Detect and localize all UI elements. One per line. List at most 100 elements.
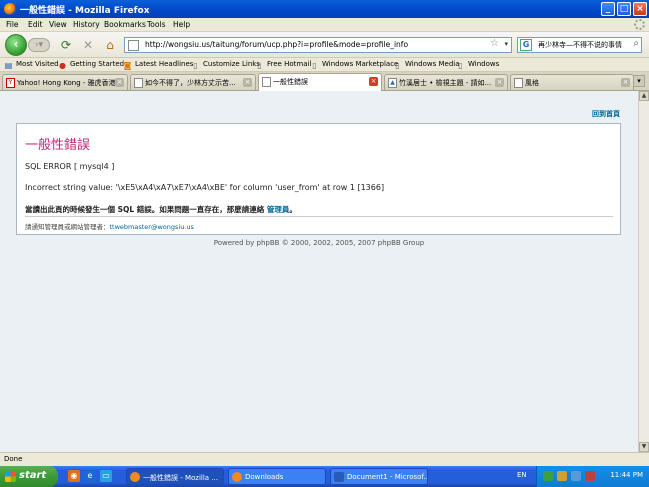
taskbar-downloads-window[interactable]: Downloads (228, 468, 326, 485)
bookmark-windows[interactable]: ▯ Windows (456, 60, 499, 71)
powered-by-footer: Powered by phpBB © 2000, 2002, 2005, 200… (213, 239, 425, 247)
tab-close-icon[interactable]: × (621, 78, 630, 87)
window-title-bar: 一般性錯誤 - Mozilla Firefox _ □ × (0, 0, 649, 18)
system-tray: EN 11:44 PM (517, 466, 649, 487)
page-content: 回到首頁 一般性錯誤 SQL ERROR [ mysql4 ] Incorrec… (0, 91, 638, 452)
menu-bookmarks[interactable]: Bookmarks (104, 20, 146, 29)
clock[interactable]: 11:44 PM (610, 471, 643, 479)
bookmark-latest-headlines[interactable]: ◙ Latest Headlines (123, 60, 194, 71)
tray-network-icon[interactable] (571, 471, 581, 481)
folder-icon: ▤ (4, 61, 13, 70)
tray-volume-icon[interactable] (557, 471, 567, 481)
tab-yahoo[interactable]: Y Yahoo! Hong Kong - 雅虎香港 × (2, 74, 128, 90)
url-text[interactable]: http://wongsiu.us/taitung/forum/ucp.php?… (145, 40, 408, 49)
contact-line: 請通知管理員或網站管理者：ttwebmaster@wongsiu.us (25, 223, 194, 231)
language-indicator[interactable]: EN (517, 471, 527, 479)
window-title: 一般性錯誤 - Mozilla Firefox (20, 6, 150, 16)
rss-icon: ◙ (123, 61, 132, 70)
bookmark-windows-marketplace[interactable]: ▯ Windows Marketplace (310, 60, 398, 71)
page-icon: ▯ (312, 61, 317, 70)
tab-style[interactable]: 風格 × (510, 74, 634, 90)
forward-button[interactable]: ›▾ (28, 38, 50, 52)
bookmark-windows-media[interactable]: ▯ Windows Media (393, 60, 459, 71)
administrator-link[interactable]: 管理員 (267, 205, 290, 214)
search-engine-icon[interactable]: G (520, 39, 532, 51)
start-button[interactable]: start (0, 466, 58, 487)
loading-throbber-icon (634, 19, 645, 30)
quicklaunch-firefox-icon[interactable]: ◉ (68, 470, 80, 482)
maximize-button[interactable]: □ (617, 2, 631, 16)
back-button[interactable]: ‹ (5, 34, 27, 56)
windows-logo-icon (5, 471, 16, 482)
navigation-toolbar: ‹ ›▾ ⟳ ✕ ⌂ http://wongsiu.us/taitung/for… (0, 32, 649, 58)
stop-icon[interactable]: ✕ (80, 37, 96, 53)
scroll-up-arrow-icon[interactable]: ▲ (639, 91, 649, 101)
yahoo-icon: Y (6, 78, 15, 88)
windows-taskbar: start ◉ e ▭ 一般性錯誤 - Mozilla ... Download… (0, 466, 649, 487)
menu-edit[interactable]: Edit (28, 20, 43, 29)
tab-general-error[interactable]: 一般性錯誤 × (258, 73, 382, 91)
scroll-down-arrow-icon[interactable]: ▼ (639, 442, 649, 452)
url-dropdown-icon[interactable]: ▾ (504, 40, 508, 48)
error-title: 一般性錯誤 (25, 138, 91, 153)
vertical-scrollbar[interactable]: ▲ ▼ (638, 91, 649, 452)
page-icon (262, 77, 271, 87)
back-to-home-link[interactable]: 回到首頁 (592, 109, 620, 119)
sql-error-heading: SQL ERROR [ mysql4 ] (25, 162, 115, 171)
firefox-icon (232, 472, 242, 482)
search-bar[interactable]: G 再少林寺—不得不说的事情 ⌕ (517, 37, 642, 53)
status-bar: Done (0, 452, 649, 466)
tab-bar: Y Yahoo! Hong Kong - 雅虎香港 × 如今不得了，少林方丈示苦… (0, 72, 649, 91)
menu-history[interactable]: History (73, 20, 100, 29)
home-icon[interactable]: ⌂ (102, 37, 118, 53)
divider (25, 216, 613, 217)
page-icon (514, 78, 523, 88)
bookmark-star-icon[interactable]: ☆ (490, 38, 499, 49)
close-button[interactable]: × (633, 2, 647, 16)
tray-shield-icon[interactable] (543, 471, 553, 481)
bookmark-free-hotmail[interactable]: ▯ Free Hotmail (255, 60, 311, 71)
url-bar[interactable]: http://wongsiu.us/taitung/forum/ucp.php?… (124, 37, 512, 53)
menu-view[interactable]: View (49, 20, 67, 29)
bookmark-getting-started[interactable]: ● Getting Started (58, 60, 124, 71)
menu-help[interactable]: Help (173, 20, 190, 29)
bookmark-most-visited[interactable]: ▤ Most Visited (4, 60, 59, 71)
search-input[interactable]: 再少林寺—不得不说的事情 (538, 40, 628, 50)
page-icon: ▯ (257, 61, 262, 70)
tab-close-icon[interactable]: × (243, 78, 252, 87)
tab-close-icon[interactable]: × (369, 77, 378, 86)
tab-close-icon[interactable]: × (115, 78, 124, 87)
reload-icon[interactable]: ⟳ (58, 37, 74, 53)
bookmark-customize-links[interactable]: ▯ Customize Links (191, 60, 260, 71)
tray-security-icon[interactable] (585, 471, 595, 481)
firefox-icon (4, 3, 16, 15)
firefox-bookmark-icon: ● (59, 61, 66, 70)
menu-tools[interactable]: Tools (147, 20, 165, 29)
tab-forum-topic[interactable]: ▲ 竹溪居士 • 檢視主題 - 請如... × (384, 74, 508, 90)
quicklaunch-ie-icon[interactable]: e (84, 470, 96, 482)
tab-shaolin[interactable]: 如今不得了，少林方丈示苦... × (130, 74, 256, 90)
menu-bar: File Edit View History Bookmarks Tools H… (0, 18, 649, 32)
taskbar-firefox-window[interactable]: 一般性錯誤 - Mozilla ... (126, 468, 224, 485)
word-icon (334, 472, 344, 482)
quicklaunch-desktop-icon[interactable]: ▭ (100, 470, 112, 482)
list-all-tabs-button[interactable]: ▾ (633, 75, 645, 87)
search-icon[interactable]: ⌕ (633, 38, 639, 49)
menu-file[interactable]: File (6, 20, 19, 29)
taskbar-word-window[interactable]: Document1 - Microsof... (330, 468, 428, 485)
page-icon: ▯ (395, 61, 400, 70)
error-panel: 一般性錯誤 SQL ERROR [ mysql4 ] Incorrect str… (16, 123, 621, 235)
page-icon (134, 78, 143, 88)
minimize-button[interactable]: _ (601, 2, 615, 16)
page-favicon-icon (128, 40, 139, 51)
tab-close-icon[interactable]: × (495, 78, 504, 87)
firefox-icon (130, 472, 140, 482)
error-detail: Incorrect string value: '\xE5\xA4\xA7\xE… (25, 183, 385, 192)
page-icon: ▯ (193, 61, 198, 70)
forum-icon: ▲ (388, 78, 397, 88)
error-notice: 當讀出此頁的時候發生一個 SQL 錯誤。如果問題一直存在，那麼請連絡 管理員。 (25, 205, 297, 214)
bookmarks-toolbar: ▤ Most Visited ● Getting Started ◙ Latest H… (0, 58, 649, 72)
webmaster-email-link[interactable]: ttwebmaster@wongsiu.us (110, 223, 194, 231)
page-icon: ▯ (458, 61, 463, 70)
status-text: Done (4, 455, 23, 463)
